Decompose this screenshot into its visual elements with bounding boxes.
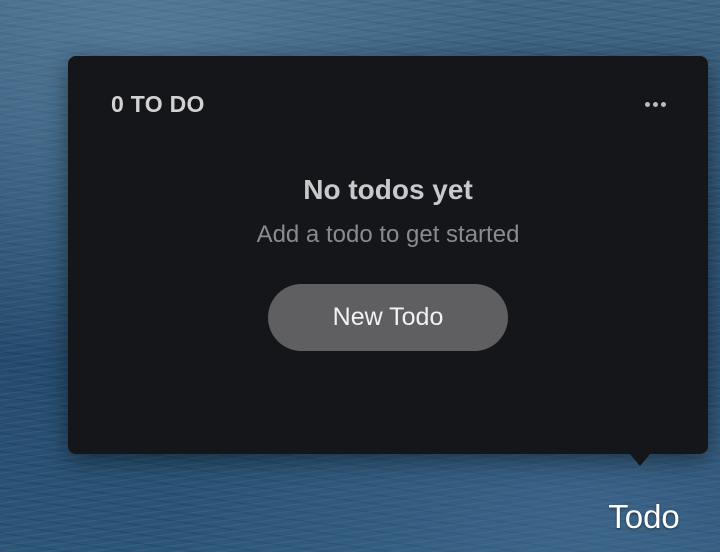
popover-arrow xyxy=(630,454,650,466)
ellipsis-icon-dot xyxy=(660,101,666,107)
new-todo-button[interactable]: New Todo xyxy=(268,284,508,351)
empty-state-subtitle: Add a todo to get started xyxy=(256,221,520,248)
empty-state-title: No todos yet xyxy=(303,174,473,205)
empty-state: No todos yet Add a todo to get started xyxy=(68,172,708,250)
ellipsis-icon-dot xyxy=(652,101,658,107)
more-options-button[interactable] xyxy=(640,94,670,114)
todo-count-title: 0 TO DO xyxy=(111,91,205,117)
ellipsis-icon xyxy=(644,101,650,107)
menubar-todo-item[interactable]: Todo xyxy=(594,496,694,538)
todo-popover: 0 TO DO No todos yet Add a todo to get s… xyxy=(68,56,708,454)
